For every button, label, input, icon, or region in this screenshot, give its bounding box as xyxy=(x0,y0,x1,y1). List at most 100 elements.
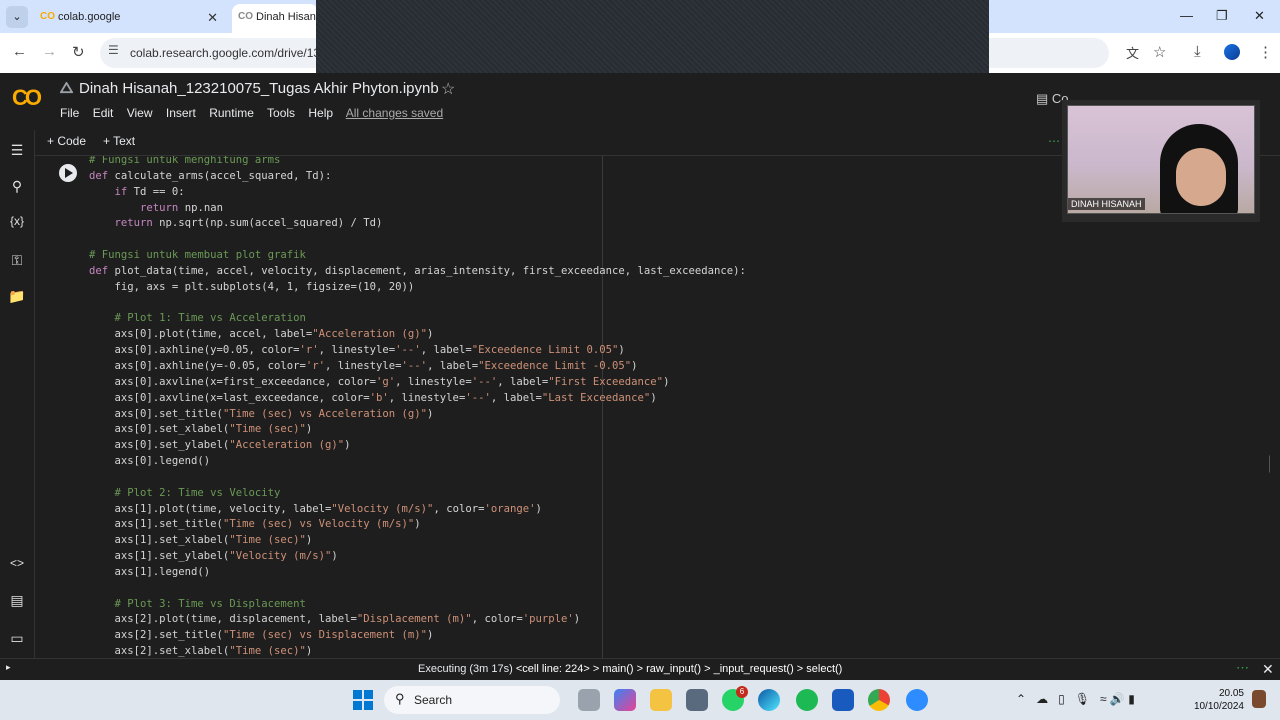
command-palette-icon[interactable]: ▤ xyxy=(8,592,26,609)
code-line[interactable]: def calculate_arms(accel_squared, Td): xyxy=(89,169,746,185)
code-line[interactable]: return np.nan xyxy=(89,201,746,217)
code-line[interactable]: # Fungsi untuk menghitung arms xyxy=(89,156,746,169)
close-tab-icon[interactable]: ✕ xyxy=(207,4,218,31)
code-line[interactable]: axs[1].set_xlabel("Time (sec)") xyxy=(89,533,746,549)
address-bar-end[interactable] xyxy=(989,38,1109,68)
code-line[interactable]: axs[0].axhline(y=0.05, color='r', linest… xyxy=(89,343,746,359)
tab-search-button[interactable]: ⌄ xyxy=(6,6,28,28)
code-cell[interactable]: # Fungsi untuk menghitung arms def calcul… xyxy=(35,156,1270,658)
expand-icon[interactable]: ▸ xyxy=(6,662,11,673)
code-line[interactable]: if Td == 0: xyxy=(89,185,746,201)
code-line[interactable]: axs[1].set_title("Time (sec) vs Velocity… xyxy=(89,517,746,533)
menu-view[interactable]: View xyxy=(127,106,153,120)
word-icon[interactable] xyxy=(832,689,854,711)
maximize-icon[interactable]: ❐ xyxy=(1216,8,1228,24)
table-of-contents-icon[interactable]: ☰ xyxy=(8,142,26,159)
code-line[interactable]: # Plot 2: Time vs Velocity xyxy=(89,486,746,502)
code-line[interactable]: axs[0].set_title("Time (sec) vs Accelera… xyxy=(89,407,746,423)
edge-icon[interactable] xyxy=(758,689,780,711)
taskbar-search[interactable]: Search xyxy=(384,686,560,714)
scrollbar-thumb[interactable] xyxy=(1269,454,1270,474)
colab-logo[interactable]: CO xyxy=(12,85,42,111)
variables-icon[interactable]: {x} xyxy=(8,214,26,228)
code-line[interactable] xyxy=(89,232,746,248)
code-line[interactable]: axs[0].axvline(x=last_exceedance, color=… xyxy=(89,391,746,407)
translate-icon[interactable]: 文 xyxy=(1126,43,1139,62)
code-line[interactable]: def plot_data(time, accel, velocity, dis… xyxy=(89,264,746,280)
code-line[interactable]: axs[1].plot(time, velocity, label="Veloc… xyxy=(89,502,746,518)
star-notebook-icon[interactable]: ☆ xyxy=(441,79,455,99)
close-status-icon[interactable]: ✕ xyxy=(1262,661,1274,678)
code-line[interactable]: fig, axs = plt.subplots(4, 1, figsize=(1… xyxy=(89,280,746,296)
execution-trace[interactable]: <cell line: 224> > main() > raw_input() … xyxy=(516,663,843,675)
usb-icon[interactable]: ▯ xyxy=(1058,692,1065,706)
secrets-key-icon[interactable]: ⚿ xyxy=(8,252,26,269)
code-line[interactable] xyxy=(89,470,746,486)
add-text-cell-button[interactable]: + Text xyxy=(103,134,135,148)
taskbar-clock[interactable]: 20.05 10/10/2024 xyxy=(1188,687,1244,713)
minimize-icon[interactable]: — xyxy=(1180,8,1193,23)
files-folder-icon[interactable]: 📁 xyxy=(8,288,26,305)
back-icon[interactable]: ← xyxy=(12,43,27,60)
code-snippets-icon[interactable]: <> xyxy=(8,556,26,570)
code-line[interactable]: axs[2].set_title("Time (sec) vs Displace… xyxy=(89,628,746,644)
browser-menu-icon[interactable]: ⋮ xyxy=(1258,43,1273,61)
tab-notebook[interactable]: CO Dinah Hisanah xyxy=(232,4,318,33)
code-line[interactable]: # Plot 3: Time vs Displacement xyxy=(89,597,746,613)
code-line[interactable]: axs[2].plot(time, displacement, label="D… xyxy=(89,612,746,628)
spotify-icon[interactable] xyxy=(796,689,818,711)
tab-colab-google[interactable]: CO colab.google ✕ xyxy=(34,4,228,33)
zoom-icon[interactable] xyxy=(906,689,928,711)
search-icon[interactable]: ⚲ xyxy=(8,178,26,195)
runtime-ok-icon[interactable]: ⋯ xyxy=(1236,660,1249,676)
terminal-icon[interactable]: ▭ xyxy=(8,630,26,647)
code-line[interactable] xyxy=(89,296,746,312)
menu-insert[interactable]: Insert xyxy=(166,106,196,120)
forward-icon[interactable]: → xyxy=(42,43,57,60)
code-line[interactable]: axs[0].legend() xyxy=(89,454,746,470)
menu-help[interactable]: Help xyxy=(308,106,333,120)
start-menu-icon[interactable] xyxy=(353,690,373,710)
show-hidden-icons-icon[interactable]: ⌃ xyxy=(1016,692,1026,706)
reload-icon[interactable]: ↻ xyxy=(72,43,85,61)
menu-tools[interactable]: Tools xyxy=(267,106,295,120)
address-bar[interactable]: colab.research.google.com/drive/13 xyxy=(100,38,316,68)
code-line[interactable]: axs[1].set_ylabel("Velocity (m/s)") xyxy=(89,549,746,565)
bookmark-star-icon[interactable]: ☆ xyxy=(1153,43,1166,61)
run-cell-button[interactable] xyxy=(59,164,77,182)
code-line[interactable]: axs[0].axvline(x=first_exceedance, color… xyxy=(89,375,746,391)
menu-file[interactable]: File xyxy=(60,106,79,120)
site-info-icon[interactable]: ☰ xyxy=(108,43,119,57)
add-code-cell-button[interactable]: + Code xyxy=(47,134,86,148)
notebook-title[interactable]: Dinah Hisanah_123210075_Tugas Akhir Phyt… xyxy=(79,80,439,97)
code-editor[interactable]: # Fungsi untuk menghitung arms def calcul… xyxy=(89,156,746,658)
code-line[interactable]: axs[2].set_xlabel("Time (sec)") xyxy=(89,644,746,658)
runtime-status-icon[interactable]: ⋯ xyxy=(1048,134,1060,148)
menu-runtime[interactable]: Runtime xyxy=(209,106,254,120)
copilot-icon[interactable] xyxy=(614,689,636,711)
battery-icon[interactable]: ▮ xyxy=(1128,692,1135,706)
microphone-icon[interactable]: 🎙 xyxy=(1075,692,1090,706)
code-line[interactable]: axs[1].legend() xyxy=(89,565,746,581)
cloud-icon[interactable]: ☁ xyxy=(1036,692,1048,706)
close-window-icon[interactable]: ✕ xyxy=(1254,8,1265,24)
file-explorer-icon[interactable] xyxy=(650,689,672,711)
volume-icon[interactable]: 🔊 xyxy=(1110,692,1125,706)
task-view-icon[interactable] xyxy=(578,689,600,711)
code-line[interactable]: return np.sqrt(np.sum(accel_squared) / T… xyxy=(89,216,746,232)
code-line[interactable]: axs[0].axhline(y=-0.05, color='r', lines… xyxy=(89,359,746,375)
code-line[interactable]: axs[0].plot(time, accel, label="Accelera… xyxy=(89,327,746,343)
notification-icon[interactable] xyxy=(1252,690,1266,708)
chrome-icon[interactable] xyxy=(868,689,890,711)
profile-avatar[interactable] xyxy=(1224,44,1240,60)
microsoft-store-icon[interactable] xyxy=(686,689,708,711)
code-line[interactable]: axs[0].set_ylabel("Acceleration (g)") xyxy=(89,438,746,454)
code-line[interactable]: # Plot 1: Time vs Acceleration xyxy=(89,311,746,327)
wifi-icon[interactable]: ≈ xyxy=(1100,692,1107,706)
save-status-link[interactable]: All changes saved xyxy=(346,106,443,120)
menu-edit[interactable]: Edit xyxy=(93,106,114,120)
download-icon[interactable]: ⤓ xyxy=(1194,43,1201,60)
code-line[interactable]: axs[0].set_xlabel("Time (sec)") xyxy=(89,422,746,438)
code-line[interactable]: # Fungsi untuk membuat plot grafik xyxy=(89,248,746,264)
code-line[interactable] xyxy=(89,581,746,597)
